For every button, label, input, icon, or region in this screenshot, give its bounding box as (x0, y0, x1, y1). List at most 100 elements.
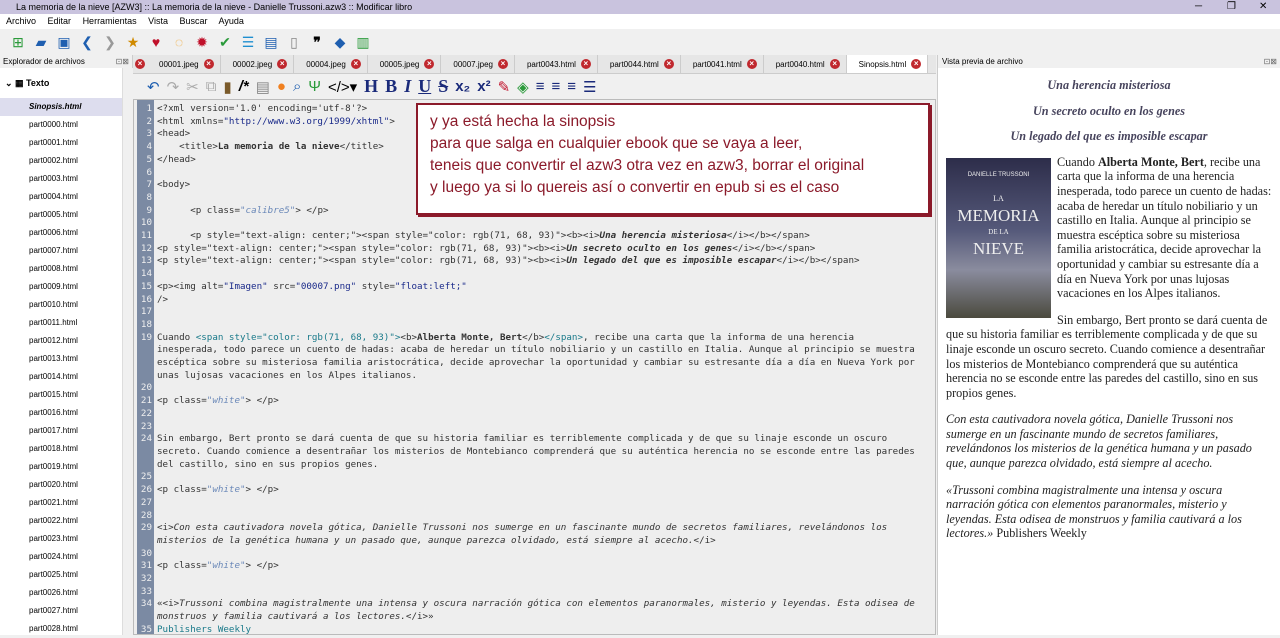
align-right-icon[interactable]: ≡ (567, 78, 576, 95)
open-folder-icon[interactable]: ▰ (33, 34, 49, 51)
menu-herramientas[interactable]: Herramientas (83, 16, 137, 26)
menu-archivo[interactable]: Archivo (6, 16, 36, 26)
subscript-icon[interactable]: x₂ (455, 78, 470, 95)
redo-icon[interactable]: ↷ (167, 78, 180, 96)
strikethrough-icon[interactable]: S (438, 76, 448, 97)
tab-close-icon[interactable]: × (663, 59, 674, 69)
tab-close-icon[interactable]: × (829, 59, 840, 69)
align-left-icon[interactable]: ≡ (536, 78, 545, 95)
file-item[interactable]: part0026.html (0, 584, 122, 602)
undo-icon[interactable]: ↶ (147, 78, 160, 96)
superscript-icon[interactable]: x² (477, 78, 490, 95)
insert-image-icon[interactable]: ● (277, 78, 286, 95)
file-item[interactable]: part0008.html (0, 260, 122, 278)
file-item[interactable]: part0012.html (0, 332, 122, 350)
checkpoint-icon[interactable]: ★ (125, 34, 141, 51)
close-button[interactable]: ✕ (1259, 0, 1267, 14)
editor-tab[interactable]: part0041.html × (681, 55, 764, 73)
panel-close-icon[interactable]: ⊡⊠ (116, 55, 129, 68)
background-color-icon[interactable]: ◈ (517, 78, 529, 96)
tab-close-icon[interactable]: × (277, 59, 288, 69)
file-item[interactable]: part0023.html (0, 530, 122, 548)
file-item[interactable]: part0002.html (0, 152, 122, 170)
stats-icon[interactable]: ▥ (355, 34, 371, 51)
spellcheck-icon[interactable]: ✔ (217, 34, 233, 51)
compress-icon[interactable]: ◌ (171, 34, 187, 50)
justify-icon[interactable]: ☰ (583, 78, 596, 96)
panel-close-icon[interactable]: ⊡⊠ (1264, 55, 1277, 68)
file-item[interactable]: part0028.html (0, 620, 122, 638)
file-item[interactable]: part0019.html (0, 458, 122, 476)
cut-icon[interactable]: ✂ (186, 78, 199, 96)
file-item[interactable]: part0016.html (0, 404, 122, 422)
save-icon[interactable]: ▣ (56, 34, 72, 51)
editor-tab[interactable]: 00007.jpeg × (441, 55, 515, 73)
file-item[interactable]: part0000.html (0, 116, 122, 134)
file-item[interactable]: part0005.html (0, 206, 122, 224)
new-file-icon[interactable]: ⊞ (10, 34, 26, 51)
reports-icon[interactable]: ▤ (263, 34, 279, 51)
tab-close-icon[interactable]: × (497, 59, 508, 69)
file-item[interactable]: part0015.html (0, 386, 122, 404)
editor-tab[interactable]: part0043.html × (515, 55, 598, 73)
tab-close-icon[interactable]: × (203, 59, 214, 69)
editor-tab[interactable]: part0044.html × (598, 55, 681, 73)
heart-icon[interactable]: ♥ (148, 34, 164, 50)
font-icon[interactable]: ▯ (286, 34, 302, 51)
file-item[interactable]: part0011.html (0, 314, 122, 332)
tab-close-icon[interactable]: × (424, 59, 435, 69)
file-item[interactable]: part0001.html (0, 134, 122, 152)
file-item[interactable]: Sinopsis.html (0, 98, 122, 116)
underline-icon[interactable]: U (418, 76, 431, 97)
editor-tab[interactable]: 00002.jpeg × (221, 55, 295, 73)
special-char-icon[interactable]: Ψ (308, 78, 321, 95)
editor-tab[interactable]: 00004.jpeg × (294, 55, 368, 73)
editor-tab[interactable]: 00005.jpeg × (368, 55, 442, 73)
menu-ayuda[interactable]: Ayuda (219, 16, 244, 26)
editor-tab[interactable]: 00001.jpeg × (147, 55, 221, 73)
tab-close-icon[interactable]: × (746, 59, 757, 69)
file-item[interactable]: part0003.html (0, 170, 122, 188)
file-item[interactable]: part0014.html (0, 368, 122, 386)
file-item[interactable]: part0018.html (0, 440, 122, 458)
file-item[interactable]: part0021.html (0, 494, 122, 512)
file-item[interactable]: part0006.html (0, 224, 122, 242)
align-center-icon[interactable]: ≡ (551, 78, 560, 95)
maximize-button[interactable]: ❐ (1227, 0, 1236, 14)
find-icon[interactable]: ⌕ (293, 78, 301, 95)
bold-icon[interactable]: B (385, 76, 397, 97)
comment-icon[interactable]: /* (239, 78, 249, 95)
file-item[interactable]: part0009.html (0, 278, 122, 296)
file-item[interactable]: part0020.html (0, 476, 122, 494)
html-icon[interactable]: ▤ (256, 78, 270, 96)
file-item[interactable]: part0025.html (0, 566, 122, 584)
editor-tab[interactable]: Sinopsis.html × (846, 55, 929, 73)
file-item[interactable]: part0024.html (0, 548, 122, 566)
back-icon[interactable]: ❮ (79, 34, 95, 51)
file-browser-scrollbar[interactable] (122, 68, 133, 635)
file-item[interactable]: part0027.html (0, 602, 122, 620)
quote-icon[interactable]: ❞ (309, 34, 325, 51)
color-icon[interactable]: ✎ (498, 78, 511, 96)
file-item[interactable]: part0017.html (0, 422, 122, 440)
file-item[interactable]: part0004.html (0, 188, 122, 206)
tab-close-icon[interactable]: × (911, 59, 922, 69)
folder-texto[interactable]: ⌄ ▦ Texto (0, 68, 132, 98)
tab-close-icon[interactable]: × (135, 59, 145, 69)
file-item[interactable]: part0007.html (0, 242, 122, 260)
transform-icon[interactable]: ◆ (332, 34, 348, 51)
tab-close-icon[interactable]: × (580, 59, 591, 69)
file-item[interactable]: part0013.html (0, 350, 122, 368)
insert-tag-icon[interactable]: </>▾ (328, 78, 357, 96)
copy-icon[interactable]: ⧉ (206, 78, 217, 95)
menu-editar[interactable]: Editar (48, 16, 72, 26)
file-item[interactable]: part0010.html (0, 296, 122, 314)
toc-icon[interactable]: ☰ (240, 34, 256, 51)
tab-close-icon[interactable]: × (350, 59, 361, 69)
menu-buscar[interactable]: Buscar (179, 16, 207, 26)
menu-vista[interactable]: Vista (148, 16, 168, 26)
bug-icon[interactable]: ✹ (194, 34, 210, 51)
minimize-button[interactable]: ─ (1195, 0, 1202, 14)
editor-tab[interactable]: part0040.html × (764, 55, 847, 73)
paste-icon[interactable]: ▮ (223, 78, 231, 96)
